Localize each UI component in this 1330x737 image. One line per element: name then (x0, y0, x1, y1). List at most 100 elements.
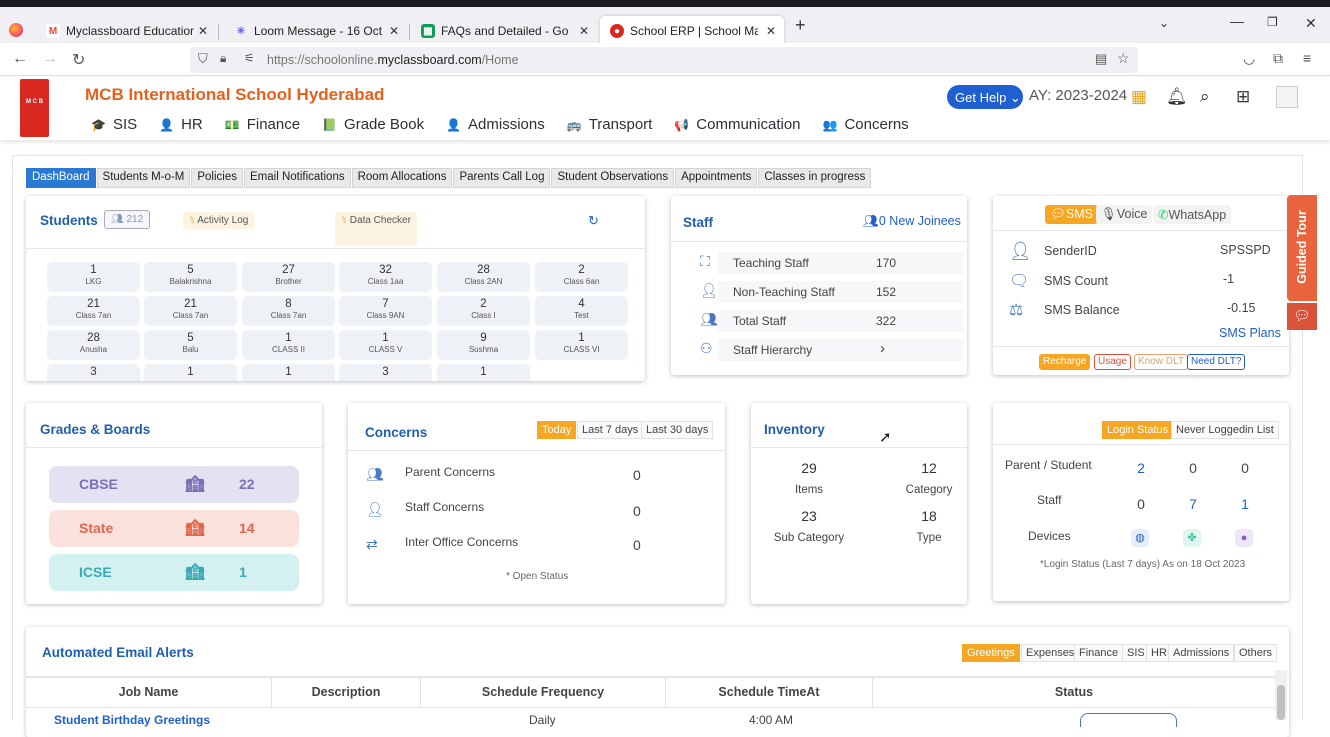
student-class-cell[interactable]: 3 (47, 364, 140, 381)
concern-label[interactable]: Parent Concerns (405, 465, 495, 479)
avatar[interactable] (1276, 86, 1298, 108)
student-class-cell[interactable]: 1 CLASS II (242, 330, 335, 360)
close-tab-icon[interactable]: ✕ (198, 24, 208, 38)
tab-student-observations[interactable]: Student Observations (551, 168, 675, 188)
tab-email-notifications[interactable]: Email Notifications (244, 168, 351, 188)
filter-admissions[interactable]: Admissions (1168, 644, 1235, 662)
reader-view-icon[interactable]: ▤ (1095, 51, 1107, 67)
browser-tab-3[interactable]: ▦ FAQs and Detailed - Google She ✕ (411, 16, 597, 46)
login-status-tab[interactable]: Login Status (1102, 421, 1174, 439)
student-class-cell[interactable]: 28 Class 2AN (437, 262, 530, 292)
type-label[interactable]: Type (889, 532, 969, 544)
login-value[interactable]: 0 (1131, 496, 1151, 512)
voice-tab[interactable]: 🎙︎Voice (1096, 205, 1153, 224)
student-class-cell[interactable]: 1 CLASS VI (535, 330, 628, 360)
subcategory-label[interactable]: Sub Category (769, 532, 849, 544)
guided-tour-button[interactable]: Guided Tour (1287, 195, 1317, 301)
school-logo[interactable]: M C B (20, 79, 49, 137)
student-class-cell[interactable]: 7 Class 9AN (339, 296, 432, 326)
search-icon[interactable]: ⌕ (1200, 87, 1210, 107)
job-name-cell[interactable]: Student Birthday Greetings (54, 713, 210, 727)
browser-tab-1[interactable]: M Myclassboard Educational Solu ✕ (36, 16, 216, 46)
student-class-cell[interactable]: 32 Class 1aa (339, 262, 432, 292)
close-tab-icon[interactable]: ✕ (766, 24, 776, 38)
student-class-cell[interactable]: 1 (437, 364, 530, 381)
column-header-schedule-frequency[interactable]: Schedule Frequency (421, 677, 666, 707)
inventory-title[interactable]: Inventory (764, 422, 825, 437)
concern-label[interactable]: Inter Office Concerns (405, 535, 518, 549)
forward-arrow-icon[interactable]: → (42, 50, 58, 68)
table-scrollbar[interactable] (1275, 670, 1287, 720)
student-class-cell[interactable]: 8 Class 7an (242, 296, 335, 326)
student-class-cell[interactable]: 1 (242, 364, 335, 381)
nav-grade-book[interactable]: 📗 Grade Book (322, 116, 424, 133)
column-header-description[interactable]: Description (272, 677, 421, 707)
whatsapp-tab[interactable]: ✆WhatsApp (1153, 205, 1232, 224)
column-header-schedule-timeat[interactable]: Schedule TimeAt (666, 677, 873, 707)
browser-tab-2[interactable]: ✳ Loom Message - 16 October 20 ✕ (224, 16, 407, 46)
need-dlt-button[interactable]: Need DLT? (1187, 354, 1246, 370)
get-help-button[interactable]: Get Help ⌄ (947, 85, 1023, 109)
student-class-cell[interactable]: 4 Test (535, 296, 628, 326)
board-icse[interactable]: ICSE 🏫︎ 1 (49, 554, 299, 591)
know-dlt-button[interactable]: Know DLT (1134, 354, 1188, 370)
login-value[interactable]: 0 (1235, 460, 1255, 476)
tab-parents-call-log[interactable]: Parents Call Log (453, 168, 551, 188)
sms-plans-link[interactable]: SMS Plans (1219, 326, 1281, 340)
student-class-cell[interactable]: 5 Balakrishna (144, 262, 237, 292)
nav-transport[interactable]: 🚌 Transport (567, 116, 653, 133)
tab-classes-in-progress[interactable]: Classes in progress (758, 168, 872, 188)
column-header-job-name[interactable]: Job Name (26, 677, 272, 707)
login-value[interactable]: 2 (1131, 460, 1151, 476)
board-state[interactable]: State 🏫︎ 14 (49, 510, 299, 547)
items-label[interactable]: Items (769, 484, 849, 496)
student-class-cell[interactable]: 3 (339, 364, 432, 381)
calendar-grid-icon[interactable]: ▦ (1131, 87, 1147, 107)
student-class-cell[interactable]: 1 LKG (47, 262, 140, 292)
never-loggedin-tab[interactable]: Never Loggedin List (1171, 421, 1279, 439)
staff-row-hierarchy[interactable]: ⚇ Staff Hierarchy › (700, 339, 963, 361)
new-joinees-link[interactable]: 👥︎0 New Joinees (863, 214, 961, 229)
student-class-cell[interactable]: 21 Class 7an (144, 296, 237, 326)
filter-others[interactable]: Others (1234, 644, 1278, 662)
filter-finance[interactable]: Finance (1074, 644, 1124, 662)
nav-communication[interactable]: 📢 Communication (674, 116, 800, 133)
close-window-icon[interactable]: ✕ (1305, 15, 1317, 32)
staff-row-teaching[interactable]: ⛶ Teaching Staff 170 (700, 252, 963, 274)
filter-greetings[interactable]: Greetings (962, 644, 1020, 662)
login-value[interactable]: 1 (1235, 496, 1255, 512)
email-alerts-title[interactable]: Automated Email Alerts (42, 645, 194, 660)
concerns-title[interactable]: Concerns (365, 425, 427, 440)
apps-grid-icon[interactable]: ⊞ (1236, 87, 1250, 107)
scrollbar-thumb[interactable] (1277, 685, 1285, 720)
student-class-cell[interactable]: 27 Brother (242, 262, 335, 292)
login-value[interactable]: 0 (1183, 460, 1203, 476)
firefox-icon[interactable] (9, 23, 23, 37)
apple-icon[interactable]: ● (1235, 529, 1253, 547)
academic-year[interactable]: AY: 2023-2024 (1029, 87, 1127, 104)
filter-last-30-days[interactable]: Last 30 days (641, 421, 714, 439)
menu-icon[interactable]: ≡ (1303, 50, 1311, 66)
url-text[interactable]: https://schoolonline.myclassboard.com/Ho… (267, 53, 519, 67)
student-class-cell[interactable]: 21 Class 7an (47, 296, 140, 326)
tab-appointments[interactable]: Appointments (675, 168, 758, 188)
staff-row-non-teaching[interactable]: 👤︎ Non-Teaching Staff 152 (700, 281, 963, 303)
recharge-button[interactable]: Recharge (1039, 354, 1091, 370)
back-arrow-icon[interactable]: ← (12, 50, 28, 68)
maximize-icon[interactable]: ❐ (1267, 15, 1278, 29)
extensions-icon[interactable]: ⧉ (1273, 50, 1283, 67)
nav-finance[interactable]: 💵 Finance (225, 116, 300, 133)
staff-row-total[interactable]: 👥︎ Total Staff 322 (700, 310, 963, 332)
student-class-cell[interactable]: 2 Class I (437, 296, 530, 326)
close-tab-icon[interactable]: ✕ (579, 24, 589, 38)
status-toggle[interactable] (1080, 713, 1177, 727)
tab-list-chevron-icon[interactable]: ⌄ (1159, 16, 1169, 30)
filter-expenses[interactable]: Expenses (1021, 644, 1080, 662)
chat-icon[interactable]: 💬︎ (1287, 303, 1317, 330)
close-tab-icon[interactable]: ✕ (389, 24, 399, 38)
student-class-cell[interactable]: 2 Class 6an (535, 262, 628, 292)
student-class-cell[interactable]: 5 Balu (144, 330, 237, 360)
pocket-icon[interactable]: ◡ (1243, 50, 1255, 67)
minimize-icon[interactable]: — (1230, 13, 1244, 29)
student-class-cell[interactable]: 1 CLASS V (339, 330, 432, 360)
